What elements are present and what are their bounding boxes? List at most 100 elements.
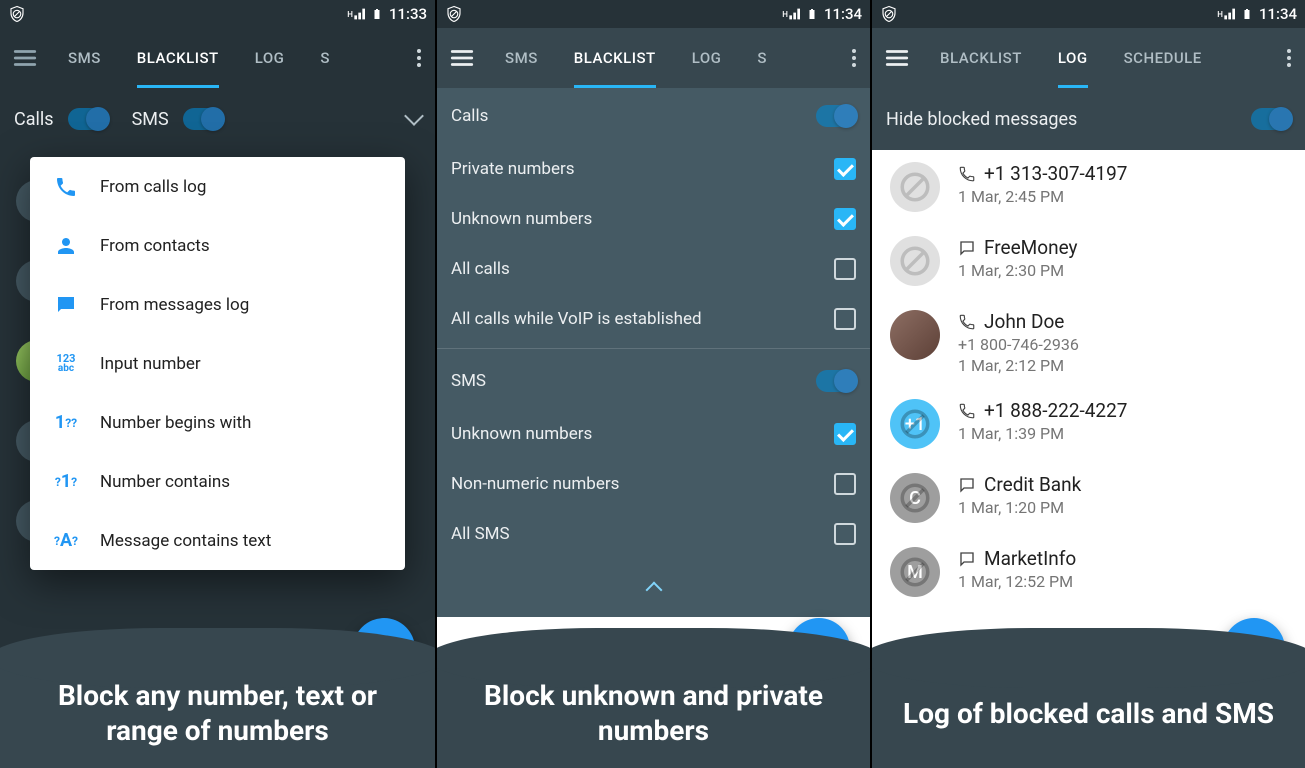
tab-log[interactable]: LOG (1040, 28, 1106, 88)
promo-banner: Block unknown and private numbers (437, 658, 870, 768)
message-icon (54, 293, 78, 317)
tab-log[interactable]: LOG (674, 28, 740, 88)
overflow-menu-button[interactable] (403, 56, 435, 60)
log-avatar: C (890, 473, 940, 523)
hamburger-icon (449, 45, 475, 71)
status-time: 11:34 (824, 5, 862, 23)
log-timestamp: 1 Mar, 2:45 PM (958, 187, 1287, 206)
tab-schedule[interactable]: S (302, 28, 348, 88)
log-timestamp: 1 Mar, 2:30 PM (958, 261, 1287, 280)
log-row[interactable]: FreeMoney1 Mar, 2:30 PM (872, 224, 1305, 298)
log-row[interactable]: CCredit Bank1 Mar, 1:20 PM (872, 461, 1305, 535)
log-row[interactable]: John Doe+1 800-746-29361 Mar, 2:12 PM (872, 298, 1305, 387)
phone-screen-1: H 11:33 SMS BLACKLIST LOG S Calls SMS (0, 0, 435, 768)
call-icon (958, 313, 976, 331)
tab-sms[interactable]: SMS (50, 28, 119, 88)
more-vert-icon (1287, 56, 1291, 60)
battery-icon (1241, 5, 1253, 23)
overflow-menu-button[interactable] (838, 56, 870, 60)
more-vert-icon (852, 56, 856, 60)
checkbox-all-sms[interactable] (834, 523, 856, 545)
log-timestamp: 1 Mar, 12:52 PM (958, 572, 1287, 591)
menu-from-contacts[interactable]: From contacts (30, 216, 405, 275)
overflow-menu-button[interactable] (1273, 56, 1305, 60)
filter-calls-switch[interactable] (68, 108, 108, 130)
menu-button[interactable] (0, 45, 50, 71)
opt-non-numeric: Non-numeric numbers (451, 474, 619, 494)
checkbox-non-numeric[interactable] (834, 473, 856, 495)
person-icon (54, 234, 78, 258)
filter-calls-label: Calls (14, 109, 54, 130)
block-overlay-icon (890, 473, 940, 523)
phone-icon (54, 175, 78, 199)
block-icon (898, 244, 932, 278)
log-list[interactable]: +1 313-307-4197 1 Mar, 2:45 PM FreeMoney1 … (872, 150, 1305, 768)
status-bar: H 11:34 (872, 0, 1305, 28)
chevron-up-icon (645, 582, 662, 599)
log-avatar (890, 310, 940, 360)
app-bar: SMS BLACKLIST LOG S (437, 28, 870, 88)
menu-input-number[interactable]: 123abc Input number (30, 334, 405, 393)
phone-screen-3: H 11:34 BLACKLIST LOG SCHEDULE Hide bloc… (870, 0, 1305, 768)
checkbox-all-calls[interactable] (834, 258, 856, 280)
promo-banner: Log of blocked calls and SMS (872, 658, 1305, 768)
hide-blocked-switch[interactable] (1251, 108, 1291, 130)
tab-blacklist[interactable]: BLACKLIST (922, 28, 1040, 88)
block-overlay-icon (890, 399, 940, 449)
sms-master-switch[interactable] (816, 370, 856, 392)
menu-number-begins-with[interactable]: 1?? Number begins with (30, 393, 405, 452)
app-shield-icon (880, 5, 898, 23)
tab-blacklist[interactable]: BLACKLIST (556, 28, 674, 88)
battery-icon (806, 5, 818, 23)
tab-sms[interactable]: SMS (487, 28, 556, 88)
status-time: 11:34 (1259, 5, 1297, 23)
filter-bar: Calls SMS (0, 88, 435, 150)
menu-message-contains-text[interactable]: ?A? Message contains text (30, 511, 405, 570)
app-shield-icon (8, 5, 26, 23)
contains-icon: ?1? (48, 471, 84, 492)
log-row[interactable]: MMarketInfo1 Mar, 12:52 PM (872, 535, 1305, 609)
calls-master-switch[interactable] (816, 105, 856, 127)
log-phone: +1 800-746-2936 (958, 335, 1287, 354)
tab-blacklist[interactable]: BLACKLIST (119, 28, 237, 88)
tab-schedule[interactable]: SCHEDULE (1106, 28, 1220, 88)
opt-private-numbers: Private numbers (451, 159, 575, 179)
filter-sms-switch[interactable] (183, 108, 223, 130)
status-bar: H 11:33 (0, 0, 435, 28)
opt-all-sms: All SMS (451, 524, 510, 544)
log-row[interactable]: +1+1 888-222-42271 Mar, 1:39 PM (872, 387, 1305, 461)
menu-number-contains[interactable]: ?1? Number contains (30, 452, 405, 511)
filter-sms-label: SMS (132, 109, 169, 130)
menu-button[interactable] (437, 45, 487, 71)
log-title: John Doe (984, 310, 1064, 333)
opt-all-calls: All calls (451, 259, 510, 279)
hamburger-icon (884, 45, 910, 71)
checkbox-private-numbers[interactable] (834, 158, 856, 180)
checkbox-all-calls-voip[interactable] (834, 308, 856, 330)
phone-screen-2: H 11:34 SMS BLACKLIST LOG S Calls Privat… (435, 0, 870, 768)
log-title: Credit Bank (984, 473, 1081, 496)
section-sms-label: SMS (451, 371, 486, 391)
opt-all-calls-voip: All calls while VoIP is established (451, 309, 702, 329)
menu-from-calls-log[interactable]: From calls log (30, 157, 405, 216)
sms-icon (958, 476, 976, 494)
menu-from-messages-log[interactable]: From messages log (30, 275, 405, 334)
chevron-down-icon[interactable] (404, 106, 424, 126)
section-calls-label: Calls (451, 106, 488, 126)
signal-icon (1223, 6, 1239, 22)
collapse-button[interactable] (437, 559, 870, 617)
menu-button[interactable] (872, 45, 922, 71)
tab-schedule[interactable]: S (739, 28, 785, 88)
app-bar: BLACKLIST LOG SCHEDULE (872, 28, 1305, 88)
log-row[interactable]: +1 313-307-4197 1 Mar, 2:45 PM (872, 150, 1305, 224)
status-bar: H 11:34 (437, 0, 870, 28)
checkbox-unknown-numbers[interactable] (834, 208, 856, 230)
log-title: +1 313-307-4197 (984, 162, 1127, 185)
text-contains-icon: ?A? (48, 530, 84, 551)
status-time: 11:33 (389, 5, 427, 23)
more-vert-icon (417, 56, 421, 60)
app-shield-icon (445, 5, 463, 23)
contact-photo (890, 310, 940, 360)
tab-log[interactable]: LOG (237, 28, 303, 88)
checkbox-unknown-sms[interactable] (834, 423, 856, 445)
